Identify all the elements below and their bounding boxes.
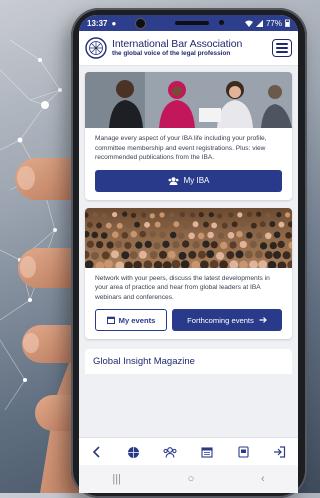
people-icon[interactable] — [161, 443, 179, 461]
wifi-icon — [244, 20, 253, 27]
status-bar: 13:37 ● 77% — [79, 15, 298, 31]
iba-logo — [85, 37, 107, 59]
hamburger-menu-icon[interactable] — [272, 39, 292, 57]
my-events-button[interactable]: My events — [95, 309, 167, 332]
system-back-icon[interactable]: ‹ — [261, 473, 265, 485]
arrow-right-icon — [259, 317, 267, 324]
phone-screen: 13:37 ● 77% International Bar Associatio… — [79, 15, 298, 493]
sensor — [219, 20, 224, 25]
battery-icon — [285, 19, 290, 27]
signal-icon — [255, 19, 263, 27]
forthcoming-events-button[interactable]: Forthcoming events — [172, 309, 282, 332]
my-iba-button[interactable]: My IBA — [95, 169, 282, 192]
magazine-section-title[interactable]: Global Insight Magazine — [85, 349, 292, 375]
org-tagline: the global voice of the legal profession — [112, 50, 231, 58]
calendar-icon[interactable] — [198, 443, 216, 461]
app-header: International Bar Association the global… — [79, 31, 298, 66]
front-camera — [135, 18, 146, 29]
battery-level: 77% — [265, 18, 282, 28]
status-time: 13:37 — [87, 18, 108, 28]
notification-icon: ● — [111, 18, 117, 28]
my-events-label: My events — [118, 315, 156, 325]
my-iba-description: Manage every aspect of your IBA life inc… — [95, 135, 267, 162]
forthcoming-events-label: Forthcoming events — [187, 315, 254, 325]
main-content: Manage every aspect of your IBA life inc… — [79, 66, 298, 438]
conference-audience-photo — [85, 207, 292, 270]
globe-icon[interactable] — [125, 443, 143, 461]
book-icon[interactable] — [234, 443, 252, 461]
back-icon[interactable] — [88, 443, 106, 461]
system-navigation-bar: ||| ○ ‹ — [79, 465, 298, 493]
org-name: International Bar Association — [112, 37, 243, 50]
events-card: Network with your peers, discuss the lat… — [85, 207, 292, 340]
logout-icon[interactable] — [271, 443, 289, 461]
recent-apps-icon[interactable]: ||| — [112, 473, 121, 485]
my-iba-label: My IBA — [183, 176, 210, 186]
events-description: Network with your peers, discuss the lat… — [95, 274, 270, 301]
calendar-icon — [106, 316, 115, 325]
bottom-navigation — [79, 437, 298, 466]
my-iba-card: Manage every aspect of your IBA life inc… — [85, 72, 292, 200]
speaker — [175, 21, 209, 25]
delegates-photo — [85, 72, 292, 128]
home-icon[interactable]: ○ — [188, 473, 195, 485]
people-icon — [168, 176, 179, 185]
